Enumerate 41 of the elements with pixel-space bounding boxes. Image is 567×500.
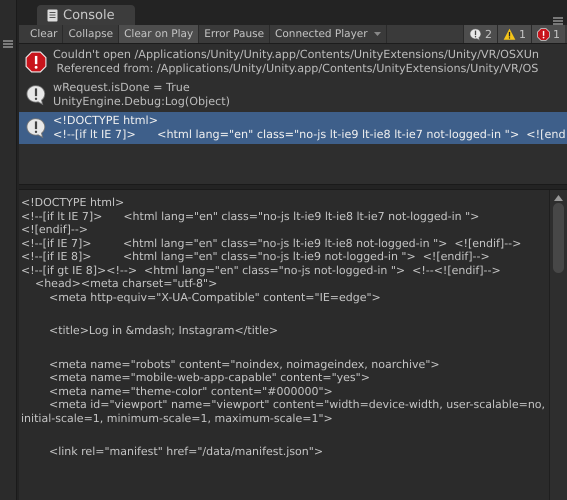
info-bubble-icon	[25, 117, 47, 139]
code-line: <!--[if gt IE 8]><!--> <html lang="en" class="no-js not-logged-in "> <!--<![endif]-->	[21, 264, 502, 277]
log-entry[interactable]: <!DOCTYPE html> <!--[if lt IE 7]> <html lang="en" class="no-js lt-ie9 lt-ie8 lt-ie7 not-logged-in "> <![end	[19, 112, 567, 144]
code-line: <head><meta charset="utf-8">	[34, 277, 218, 290]
code-line: <link rel="manifest" href="/data/manifest.json">	[48, 445, 324, 458]
document-icon	[47, 8, 58, 22]
code-line: initial-scale=1, minimum-scale=1, maximum-scale=1">	[21, 412, 334, 425]
menu-icon[interactable]	[3, 40, 13, 48]
code-line: <!--[if IE 8]> <html lang="en" class="no-js lt-ie9 not-logged-in "> <![endif]-->	[21, 250, 491, 264]
info-bubble-icon	[25, 84, 47, 106]
log-message: <!DOCTYPE html>	[53, 114, 159, 128]
log-message: Couldn't open /Applications/Unity/Unity.app/Contents/UnityExtensions/Unity/VR/OSXUn	[53, 48, 539, 62]
filter-button[interactable]: 1	[531, 25, 565, 43]
filter-button[interactable]: 2	[463, 25, 497, 43]
log-detail: Referenced from: /Applications/Unity/Unity.app/Contents/UnityExtensions/Unity/VR/OS	[56, 62, 539, 76]
log-entry[interactable]: wRequest.isDone = True UnityEngine.Debug:Log(Object)	[19, 79, 567, 111]
code-line: <!--[if IE 7]> <html lang="en" class="no-js lt-ie9 lt-ie8 not-logged-in "> <![endif]-->	[21, 236, 522, 250]
error-icon	[25, 51, 47, 73]
log-message: wRequest.isDone = True	[53, 81, 191, 95]
warning-icon	[503, 28, 516, 40]
toolbar-button[interactable]: Clear on Play	[119, 25, 200, 43]
code-line: <!--[if lt IE 7]> <html lang="en" class="no-js lt-ie9 lt-ie8 lt-ie7 not-logged-in ">	[21, 210, 480, 223]
error-icon	[537, 28, 550, 40]
log-detail: UnityEngine.Debug:Log(Object)	[53, 95, 230, 109]
code-line: <meta http-equiv="X-UA-Compatible" content="IE=edge">	[48, 290, 382, 304]
scroll-up-icon[interactable]	[554, 195, 563, 201]
code-line: <meta id="viewport" name="viewport" content="width=device-width, user-scalable=no,	[48, 398, 546, 412]
code-line: <![endif]-->	[21, 223, 90, 236]
code-line: <meta name="mobile-web-app-capable" content="yes">	[48, 371, 371, 384]
log-entry[interactable]: Couldn't open /Applications/Unity/Unity.app/Contents/UnityExtensions/Unity/VR/OSXUn Referenced from: /Applications/Unity/Unity.app/Contents/UnityExtensions/Unity/VR/OS	[19, 46, 567, 78]
log-detail: <!--[if lt IE 7]> <html lang="en" class="no-js lt-ie9 lt-ie8 lt-ie7 not-logged-in "> <![end	[53, 128, 566, 142]
code-line: <!DOCTYPE html>	[21, 196, 126, 210]
console-tab[interactable]: Console	[37, 5, 135, 25]
filter-button[interactable]: 1	[497, 25, 531, 43]
scrollbar-thumb[interactable]	[553, 203, 564, 273]
code-line: <meta name="robots" content="noindex, noimageindex, noarchive">	[48, 358, 441, 371]
menu-icon[interactable]	[553, 17, 563, 25]
code-line: <title>Log in &mdash; Instagram</title>	[48, 324, 280, 338]
caret-icon	[374, 32, 381, 36]
code-line: <meta name="theme-color" content="#000000">	[48, 384, 334, 398]
info-bubble-icon	[469, 28, 482, 40]
